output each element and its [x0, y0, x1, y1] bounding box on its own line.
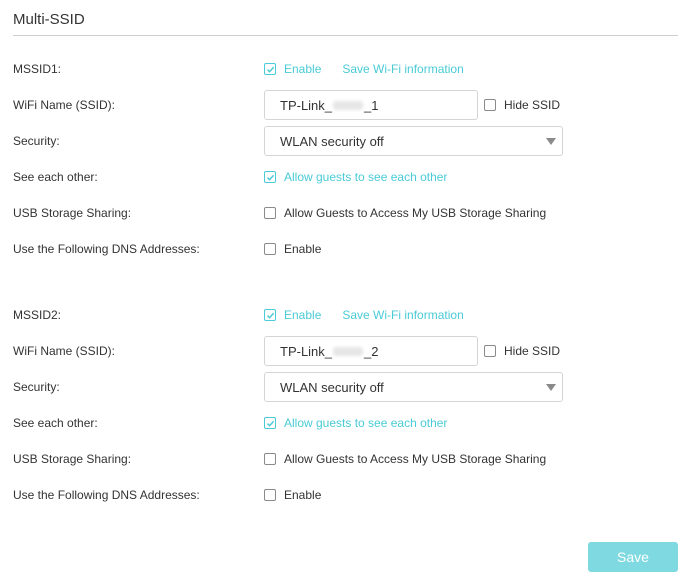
mssid1-usb-checkbox[interactable] — [264, 207, 276, 219]
checkmark-icon — [266, 420, 274, 427]
mssid1-dns-label: Use the Following DNS Addresses: — [13, 242, 200, 256]
mssid2-usb-option[interactable]: Allow Guests to Access My USB Storage Sh… — [284, 452, 546, 466]
title-divider — [13, 35, 678, 36]
mssid2-dns-checkbox[interactable] — [264, 489, 276, 501]
mssid1-enable-label[interactable]: Enable — [284, 62, 321, 76]
mssid2-wifi-name-label: WiFi Name (SSID): — [13, 344, 115, 358]
mssid1-hide-ssid-label[interactable]: Hide SSID — [504, 98, 560, 112]
mssid1-dns-row: Use the Following DNS Addresses: Enable — [0, 231, 684, 267]
mssid2-enable-label[interactable]: Enable — [284, 308, 321, 322]
mssid1-security-select[interactable]: WLAN security off — [264, 126, 563, 156]
security-value: WLAN security off — [280, 133, 384, 149]
mssid1-security-row: Security: WLAN security off — [0, 123, 684, 159]
page-title: Multi-SSID — [13, 11, 85, 28]
dropdown-arrow-icon — [546, 384, 556, 391]
mssid2-save-wifi-link[interactable]: Save Wi-Fi information — [342, 308, 463, 322]
mssid2-wifi-name-row: WiFi Name (SSID): TP-Link_ _2 Hide SSID — [0, 333, 684, 369]
checkmark-icon — [266, 312, 274, 319]
mssid1-dns-checkbox[interactable] — [264, 243, 276, 255]
mssid1-see-each-other-option[interactable]: Allow guests to see each other — [284, 170, 447, 184]
mssid2-dns-option[interactable]: Enable — [284, 488, 321, 502]
mssid1-wifi-name-label: WiFi Name (SSID): — [13, 98, 115, 112]
ssid-suffix: _2 — [364, 343, 379, 359]
checkmark-icon — [266, 174, 274, 181]
mssid1-usb-option[interactable]: Allow Guests to Access My USB Storage Sh… — [284, 206, 546, 220]
mssid1-security-label: Security: — [13, 134, 60, 148]
mssid1-see-each-other-row: See each other: Allow guests to see each… — [0, 159, 684, 195]
mssid1-wifi-name-row: WiFi Name (SSID): TP-Link_ _1 Hide SSID — [0, 87, 684, 123]
ssid-prefix: TP-Link_ — [280, 343, 333, 359]
mssid1-save-wifi-link[interactable]: Save Wi-Fi information — [342, 62, 463, 76]
save-button[interactable]: Save — [588, 542, 678, 572]
mssid1-see-each-other-label: See each other: — [13, 170, 98, 184]
mssid1-enable-row: MSSID1: Enable Save Wi-Fi information — [0, 51, 684, 87]
mssid2-hide-ssid-label[interactable]: Hide SSID — [504, 344, 560, 358]
security-value: WLAN security off — [280, 379, 384, 395]
dropdown-arrow-icon — [546, 138, 556, 145]
mssid2-security-row: Security: WLAN security off — [0, 369, 684, 405]
mssid1-usb-row: USB Storage Sharing: Allow Guests to Acc… — [0, 195, 684, 231]
mssid2-hide-ssid-checkbox[interactable] — [484, 345, 496, 357]
mssid1-dns-option[interactable]: Enable — [284, 242, 321, 256]
mssid2-dns-label: Use the Following DNS Addresses: — [13, 488, 200, 502]
mssid1-ssid-input[interactable]: TP-Link_ _1 — [264, 90, 478, 120]
mssid1-see-each-other-checkbox[interactable] — [264, 171, 276, 183]
mssid2-see-each-other-option[interactable]: Allow guests to see each other — [284, 416, 447, 430]
mssid2-enable-checkbox[interactable] — [264, 309, 276, 321]
mssid2-usb-checkbox[interactable] — [264, 453, 276, 465]
mssid2-usb-label: USB Storage Sharing: — [13, 452, 132, 466]
mssid2-security-label: Security: — [13, 380, 60, 394]
mssid1-hide-ssid-checkbox[interactable] — [484, 99, 496, 111]
mssid2-label: MSSID2: — [13, 308, 62, 322]
mssid2-security-select[interactable]: WLAN security off — [264, 372, 563, 402]
mssid2-ssid-input[interactable]: TP-Link_ _2 — [264, 336, 478, 366]
ssid-suffix: _1 — [364, 97, 379, 113]
mssid2-enable-row: MSSID2: Enable Save Wi-Fi information — [0, 297, 684, 333]
mssid2-usb-row: USB Storage Sharing: Allow Guests to Acc… — [0, 441, 684, 477]
redacted-text — [333, 346, 364, 356]
mssid2-see-each-other-row: See each other: Allow guests to see each… — [0, 405, 684, 441]
mssid2-dns-row: Use the Following DNS Addresses: Enable — [0, 477, 684, 513]
mssid1-label: MSSID1: — [13, 62, 62, 76]
mssid1-enable-checkbox[interactable] — [264, 63, 276, 75]
mssid2-see-each-other-checkbox[interactable] — [264, 417, 276, 429]
checkmark-icon — [266, 66, 274, 73]
mssid2-see-each-other-label: See each other: — [13, 416, 98, 430]
redacted-text — [333, 100, 364, 110]
ssid-prefix: TP-Link_ — [280, 97, 333, 113]
mssid1-usb-label: USB Storage Sharing: — [13, 206, 132, 220]
